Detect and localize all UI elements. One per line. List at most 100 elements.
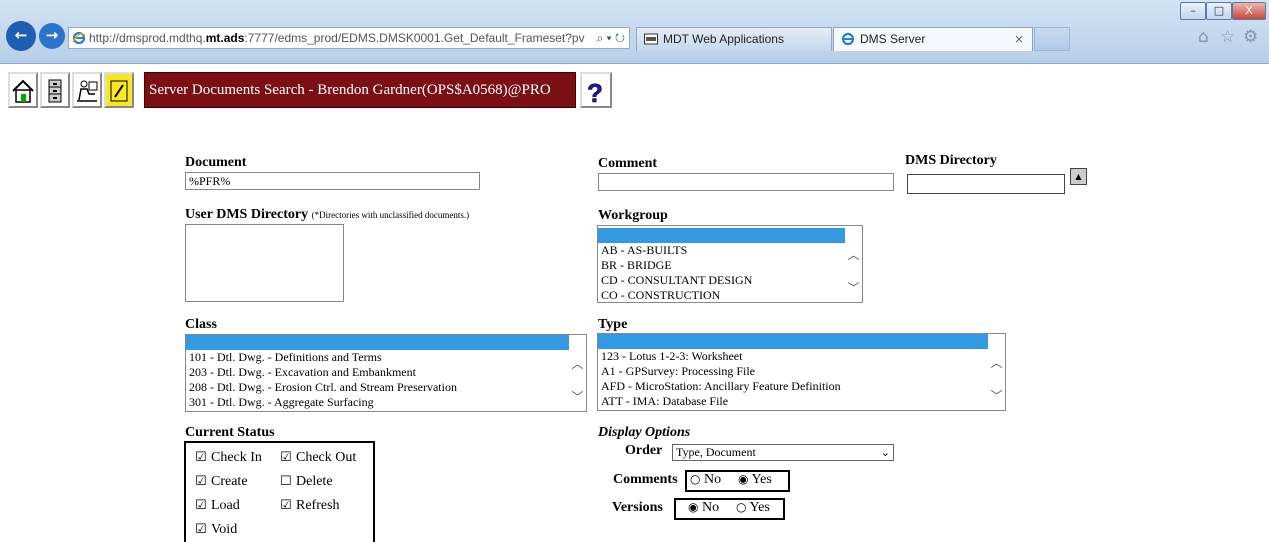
- order-label: Order: [625, 443, 663, 458]
- help-question-icon: ?: [587, 78, 603, 109]
- user-dms-directory-list[interactable]: [185, 224, 344, 302]
- checkbox-delete[interactable]: ☐ Delete: [280, 474, 333, 490]
- current-status-label: Current Status: [185, 425, 275, 440]
- url-prefix: http://dmsprod.mdthq.: [89, 31, 206, 45]
- caret-up-icon: ▲: [1075, 172, 1082, 181]
- gear-icon[interactable]: ⚙: [1243, 27, 1258, 47]
- checkbox-refresh[interactable]: ☑ Refresh: [280, 498, 340, 514]
- list-item[interactable]: A1 - GPSurvey: Processing File: [598, 364, 1005, 379]
- order-value: Type, Document: [676, 445, 756, 459]
- document-input[interactable]: %PFR%: [185, 172, 480, 190]
- forward-button[interactable]: →: [39, 23, 65, 49]
- checkbox-load[interactable]: ☑ Load: [195, 498, 240, 514]
- list-item[interactable]: 203 - Dtl. Dwg. - Excavation and Embankm…: [186, 365, 586, 380]
- checkbox-check-in[interactable]: ☑ Check In: [195, 450, 262, 466]
- versions-radio-no[interactable]: ◉ No: [688, 500, 719, 516]
- ie-favicon-icon: [841, 32, 855, 46]
- user-dms-directory-note: (*Directories with unclassified document…: [311, 210, 470, 220]
- checkbox-checked-icon: ☑: [195, 474, 207, 489]
- ie-logo-icon: [72, 31, 86, 45]
- cabinet-button[interactable]: [40, 72, 70, 108]
- user-dms-directory-label: User DMS Directory (*Directories with un…: [185, 207, 469, 223]
- list-item[interactable]: AFD - MicroStation: Ancillary Feature De…: [598, 379, 1005, 394]
- svg-text:?: ?: [587, 78, 603, 106]
- checkbox-create[interactable]: ☑ Create: [195, 474, 248, 490]
- type-scrollbar[interactable]: ︿ ﹀: [988, 334, 1005, 410]
- address-bar[interactable]: http://dmsprod.mdthq.mt.ads:7777/edms_pr…: [68, 27, 630, 49]
- mdt-favicon-icon: [644, 33, 658, 45]
- workgroup-scrollbar[interactable]: ︿ ﹀: [845, 226, 862, 302]
- checkbox-void[interactable]: ☑ Void: [195, 522, 237, 538]
- list-item[interactable]: AB - AS-BUILTS: [598, 243, 862, 258]
- class-label: Class: [185, 317, 217, 332]
- radio-selected-icon: ◉: [738, 472, 749, 486]
- list-item[interactable]: [186, 335, 569, 350]
- list-item[interactable]: BR - BRIDGE: [598, 258, 862, 273]
- house-icon: [12, 79, 34, 103]
- list-item[interactable]: CD - CONSULTANT DESIGN: [598, 273, 862, 288]
- chevron-down-icon[interactable]: ﹀: [845, 279, 862, 296]
- comment-input[interactable]: [598, 173, 894, 191]
- close-tab-icon[interactable]: ×: [1014, 28, 1024, 50]
- display-options-label: Display Options: [598, 425, 691, 440]
- order-select[interactable]: Type, Document ⌄: [672, 444, 894, 461]
- page-title-banner: Server Documents Search - Brendon Gardne…: [144, 72, 576, 108]
- help-button[interactable]: ?: [580, 72, 612, 108]
- url-host: mt.ads: [205, 31, 245, 45]
- chevron-down-icon: ⌄: [880, 446, 890, 459]
- list-item[interactable]: ATT - IMA: Database File: [598, 394, 1005, 409]
- new-tab-button[interactable]: [1034, 27, 1070, 51]
- checkbox-label: Create: [211, 474, 248, 489]
- tab-dms-server[interactable]: DMS Server ×: [833, 27, 1033, 51]
- type-list[interactable]: 123 - Lotus 1-2-3: Worksheet A1 - GPSurv…: [597, 333, 1006, 411]
- radio-label: No: [703, 472, 722, 487]
- class-scrollbar[interactable]: ︿ ﹀: [569, 335, 586, 411]
- home-icon[interactable]: ⌂: [1198, 27, 1209, 47]
- list-item[interactable]: [598, 228, 845, 243]
- home-button[interactable]: [8, 72, 38, 108]
- close-window-button[interactable]: X: [1232, 2, 1266, 20]
- radio-selected-icon: ◉: [688, 500, 699, 514]
- chevron-down-icon[interactable]: ﹀: [569, 388, 586, 405]
- versions-label: Versions: [612, 500, 663, 515]
- arrow-right-icon: →: [45, 26, 59, 44]
- list-item[interactable]: CO - CONSTRUCTION: [598, 288, 862, 302]
- list-item[interactable]: 101 - Dtl. Dwg. - Definitions and Terms: [186, 350, 586, 365]
- radio-unselected-icon: ○: [736, 500, 747, 514]
- user-dms-directory-title: User DMS Directory: [185, 207, 309, 222]
- checkbox-label: Delete: [296, 474, 333, 489]
- workgroup-list[interactable]: AB - AS-BUILTS BR - BRIDGE CD - CONSULTA…: [597, 225, 863, 303]
- url-suffix: :7777/edms_prod/EDMS.DMSK0001.Get_Defaul…: [244, 31, 585, 45]
- maximize-button[interactable]: □: [1206, 2, 1232, 20]
- file-cabinet-icon: [48, 79, 62, 103]
- dms-directory-label: DMS Directory: [905, 153, 997, 168]
- checkbox-check-out[interactable]: ☑ Check Out: [280, 450, 356, 466]
- chevron-down-icon[interactable]: ﹀: [988, 387, 1005, 404]
- checkbox-label: Refresh: [296, 498, 340, 513]
- favorites-star-icon[interactable]: ☆: [1220, 27, 1235, 47]
- tab-mdt-web-applications[interactable]: MDT Web Applications: [636, 27, 832, 51]
- list-item[interactable]: 301 - Dtl. Dwg. - Aggregate Surfacing: [186, 395, 586, 410]
- dms-directory-picker-button[interactable]: ▲: [1070, 168, 1087, 185]
- list-item[interactable]: 123 - Lotus 1-2-3: Worksheet: [598, 349, 1005, 364]
- minimize-button[interactable]: –: [1180, 2, 1206, 20]
- tab-label: MDT Web Applications: [663, 32, 784, 46]
- chevron-up-icon[interactable]: ︿: [988, 354, 1005, 371]
- versions-radio-yes[interactable]: ○ Yes: [736, 500, 770, 516]
- list-item[interactable]: [598, 334, 988, 349]
- radio-label: No: [701, 500, 720, 515]
- comments-label: Comments: [613, 472, 678, 487]
- comments-radio-no[interactable]: ○ No: [690, 472, 721, 488]
- chevron-up-icon[interactable]: ︿: [845, 246, 862, 263]
- comments-radio-yes[interactable]: ◉ Yes: [738, 472, 772, 488]
- back-button[interactable]: ←: [6, 21, 36, 51]
- chevron-up-icon[interactable]: ︿: [569, 355, 586, 372]
- user-desk-button[interactable]: [72, 72, 102, 108]
- dms-directory-input[interactable]: [907, 174, 1065, 194]
- workgroup-label: Workgroup: [598, 208, 668, 223]
- edit-search-button[interactable]: [104, 72, 134, 108]
- checkbox-label: Check In: [211, 450, 262, 465]
- list-item[interactable]: 208 - Dtl. Dwg. - Erosion Ctrl. and Stre…: [186, 380, 586, 395]
- class-list[interactable]: 101 - Dtl. Dwg. - Definitions and Terms …: [185, 334, 587, 412]
- address-tools[interactable]: ⌕ ▾ ↻: [592, 28, 625, 48]
